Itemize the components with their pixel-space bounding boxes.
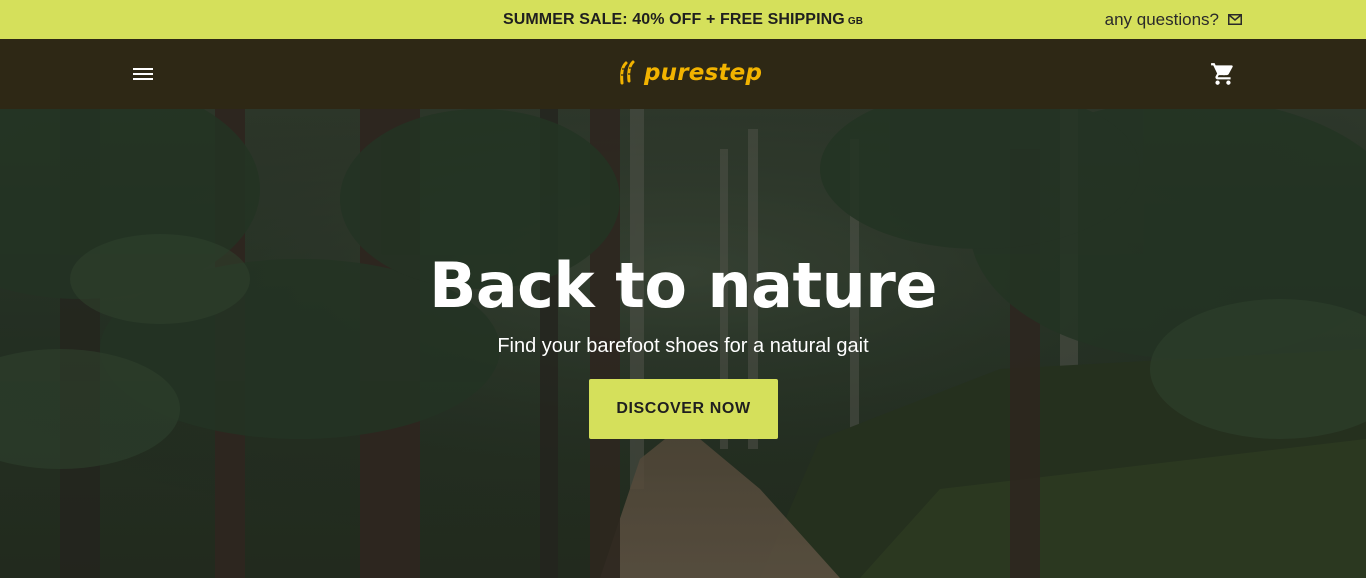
hero-title: Back to nature (429, 249, 937, 322)
logo-text: purestep (644, 60, 763, 86)
shopping-cart-icon (1211, 63, 1233, 85)
main-navigation: purestep (0, 39, 1366, 109)
cart-button[interactable] (1210, 61, 1236, 87)
discover-now-button[interactable]: DISCOVER NOW (589, 379, 778, 439)
country-code: GB (847, 16, 864, 27)
contact-link[interactable]: any questions? (1105, 0, 1242, 39)
hamburger-menu-icon (133, 68, 153, 80)
menu-button[interactable] (131, 63, 155, 85)
questions-label: any questions? (1104, 10, 1219, 29)
announcement-bar: SUMMER SALE: 40% OFF + FREE SHIPPING GB a… (0, 0, 1366, 39)
sale-text: SUMMER SALE: 40% OFF + FREE SHIPPING (502, 11, 845, 28)
logo[interactable]: purestep (618, 55, 762, 91)
hero-section: Back to nature Find your barefoot shoes … (0, 109, 1366, 578)
mail-icon (1228, 14, 1242, 25)
footprint-logo-icon (620, 60, 635, 85)
hero-subtitle: Find your barefoot shoes for a natural g… (497, 335, 869, 357)
